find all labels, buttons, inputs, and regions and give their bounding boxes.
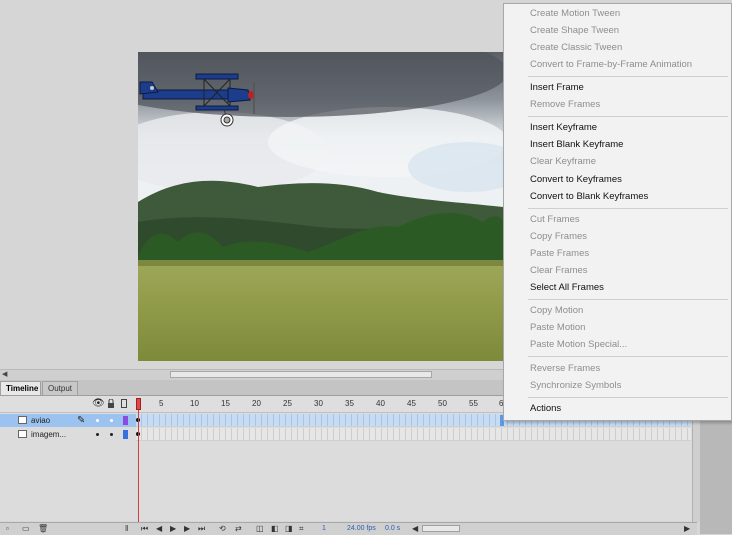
menu-separator <box>528 116 728 117</box>
step-back-icon[interactable]: ◀ <box>156 524 162 534</box>
menu-separator <box>528 397 728 398</box>
stage-horizontal-scrollbar[interactable]: ◀ <box>0 369 504 380</box>
menu-item-paste-motion[interactable]: Paste Motion <box>530 322 585 334</box>
menu-item-create-classic-tween[interactable]: Create Classic Tween <box>530 42 622 54</box>
lock-dot[interactable] <box>110 419 113 422</box>
layer-icon <box>18 430 27 438</box>
menu-item-create-motion-tween[interactable]: Create Motion Tween <box>530 8 620 20</box>
outline-icon[interactable] <box>121 399 127 408</box>
visibility-dot[interactable] <box>96 419 99 422</box>
modify-markers-icon[interactable]: ⌗ <box>299 524 304 534</box>
center-frame-icon[interactable]: ⇄ <box>235 524 242 534</box>
scroll-right-icon[interactable]: ▶ <box>684 524 690 534</box>
first-frame-icon[interactable]: ⏮ <box>141 524 148 534</box>
menu-item-copy-frames[interactable]: Copy Frames <box>530 231 587 243</box>
menu-item-clear-keyframe[interactable]: Clear Keyframe <box>530 156 596 168</box>
layer-color-swatch[interactable] <box>123 430 128 439</box>
layer-row-imagem[interactable]: imagem... <box>0 428 136 441</box>
layer-row-aviao[interactable]: aviao ✎ <box>0 414 136 427</box>
menu-item-paste-frames[interactable]: Paste Frames <box>530 248 589 260</box>
lock-icon[interactable] <box>107 399 115 408</box>
menu-item-cut-frames[interactable]: Cut Frames <box>530 214 580 226</box>
delete-icon[interactable]: 🗑 <box>38 524 48 534</box>
menu-separator <box>528 208 728 209</box>
menu-item-actions[interactable]: Actions <box>530 403 561 415</box>
menu-separator <box>528 76 728 77</box>
onion-skin-icon[interactable]: ◫ <box>256 524 264 534</box>
visibility-dot[interactable] <box>96 433 99 436</box>
last-frame-icon[interactable]: ⏭ <box>198 524 205 534</box>
ruler-number: 25 <box>283 399 292 408</box>
background-landscape-image[interactable] <box>138 52 503 361</box>
menu-item-copy-motion[interactable]: Copy Motion <box>530 305 583 317</box>
menu-item-select-all-frames[interactable]: Select All Frames <box>530 282 604 294</box>
menu-item-clear-frames[interactable]: Clear Frames <box>530 265 588 277</box>
menu-item-synchronize-symbols[interactable]: Synchronize Symbols <box>530 380 621 392</box>
frame-rate[interactable]: 24.00 fps <box>347 524 376 534</box>
ruler-number: 30 <box>314 399 323 408</box>
lock-dot[interactable] <box>110 433 113 436</box>
menu-item-reverse-frames[interactable]: Reverse Frames <box>530 363 600 375</box>
loop-icon[interactable]: ⟲ <box>219 524 226 534</box>
tab-output[interactable]: Output <box>42 381 78 395</box>
menu-separator <box>528 299 728 300</box>
menu-item-remove-frames[interactable]: Remove Frames <box>530 99 600 111</box>
ruler-number: 20 <box>252 399 261 408</box>
layer-name[interactable]: imagem... <box>31 428 66 441</box>
timeline-scroll-thumb[interactable] <box>422 525 460 532</box>
timeline-toolbar: ▫ ▭ 🗑 ‖ ⏮ ◀ ▶ ▶ ⏭ ⟲ ⇄ ◫ ◧ ◨ ⌗ 1 24.00 fp… <box>0 522 697 535</box>
play-icon[interactable]: ▶ <box>170 524 176 534</box>
ruler-number: 40 <box>376 399 385 408</box>
layer-color-swatch[interactable] <box>123 416 128 425</box>
elapsed-time: 0.0 s <box>385 525 401 532</box>
stage-canvas[interactable] <box>138 52 503 361</box>
scroll-left-icon[interactable]: ◀ <box>2 370 7 378</box>
onion-outline-icon[interactable]: ◧ <box>271 524 279 534</box>
menu-item-create-shape-tween[interactable]: Create Shape Tween <box>530 25 619 37</box>
ruler-number: 10 <box>190 399 199 408</box>
menu-item-convert-frame-by-frame[interactable]: Convert to Frame-by-Frame Animation <box>530 59 692 71</box>
menu-item-insert-keyframe[interactable]: Insert Keyframe <box>530 122 597 134</box>
playhead[interactable] <box>136 398 141 410</box>
playhead-line <box>138 410 139 522</box>
new-folder-icon[interactable]: ▭ <box>22 524 30 534</box>
menu-item-insert-frame[interactable]: Insert Frame <box>530 82 584 94</box>
pencil-icon: ✎ <box>77 415 86 426</box>
frames-row-imagem[interactable] <box>136 428 691 441</box>
panel-grip-icon: ‖ <box>125 524 129 533</box>
edit-multiple-icon[interactable]: ◨ <box>285 524 293 534</box>
ruler-number: 55 <box>469 399 478 408</box>
menu-item-convert-to-blank-keyframes[interactable]: Convert to Blank Keyframes <box>530 191 648 203</box>
frame-context-menu: Create Motion Tween Create Shape Tween C… <box>503 3 732 421</box>
menu-separator <box>528 356 728 357</box>
ruler-number: 15 <box>221 399 230 408</box>
ruler-number: 45 <box>407 399 416 408</box>
menu-item-paste-motion-special[interactable]: Paste Motion Special... <box>530 339 627 351</box>
current-frame[interactable]: 1 <box>322 524 326 534</box>
eye-icon[interactable]: 👁 <box>92 398 105 409</box>
step-forward-icon[interactable]: ▶ <box>184 524 190 534</box>
tab-timeline[interactable]: Timeline <box>0 381 41 395</box>
scroll-left-icon[interactable]: ◀ <box>412 524 418 534</box>
menu-item-insert-blank-keyframe[interactable]: Insert Blank Keyframe <box>530 139 623 151</box>
ruler-number: 50 <box>438 399 447 408</box>
ruler-number: 5 <box>159 399 164 408</box>
menu-item-convert-to-keyframes[interactable]: Convert to Keyframes <box>530 174 622 186</box>
layer-icon <box>18 416 27 424</box>
layer-name[interactable]: aviao <box>31 414 50 427</box>
new-layer-icon[interactable]: ▫ <box>6 524 9 534</box>
scrollbar-thumb[interactable] <box>170 371 432 378</box>
ruler-number: 35 <box>345 399 354 408</box>
